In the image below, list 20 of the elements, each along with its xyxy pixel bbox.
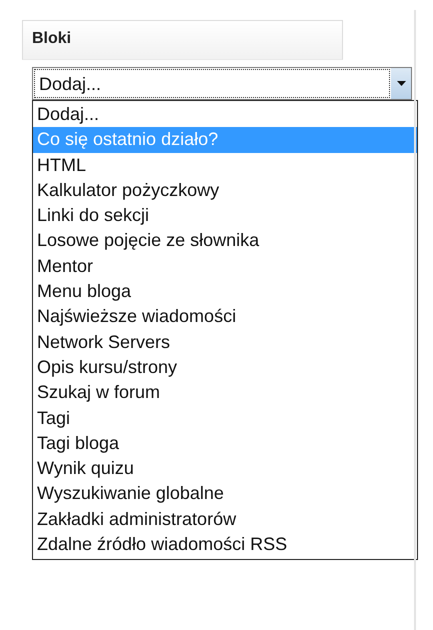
dropdown-option[interactable]: Najświeższe wiadomości [33, 304, 417, 330]
dropdown-option[interactable]: Dodaj... [33, 102, 417, 128]
dropdown-option[interactable]: HTML [33, 152, 417, 178]
dropdown-option[interactable]: Linki do sekcji [33, 203, 417, 228]
dropdown-option[interactable]: Wynik quizu [33, 456, 417, 482]
dropdown-option[interactable]: Opis kursu/strony [33, 354, 417, 380]
dropdown-option[interactable]: Zdalne źródło wiadomości RSS [33, 532, 417, 558]
dropdown-option[interactable]: Zakładki administratorów [33, 506, 417, 532]
dropdown-arrow-icon [396, 81, 406, 86]
dropdown-option[interactable]: Mentor [33, 254, 417, 280]
dropdown-option[interactable]: Network Servers [33, 330, 417, 355]
add-block-dropdown[interactable]: Dodaj... [32, 67, 412, 100]
dropdown-option[interactable]: Tagi bloga [33, 430, 417, 456]
dropdown-option[interactable]: Kalkulator pożyczkowy [33, 178, 417, 204]
dropdown-option[interactable]: Losowe pojęcie ze słownika [33, 228, 417, 254]
dropdown-option[interactable]: Tagi [33, 406, 417, 431]
dropdown-option[interactable]: Szukaj w forum [33, 380, 417, 406]
dropdown-option[interactable]: Wyszukiwanie globalne [33, 481, 417, 507]
dropdown-option[interactable]: Menu bloga [33, 279, 417, 304]
block-title: Bloki [22, 20, 343, 60]
